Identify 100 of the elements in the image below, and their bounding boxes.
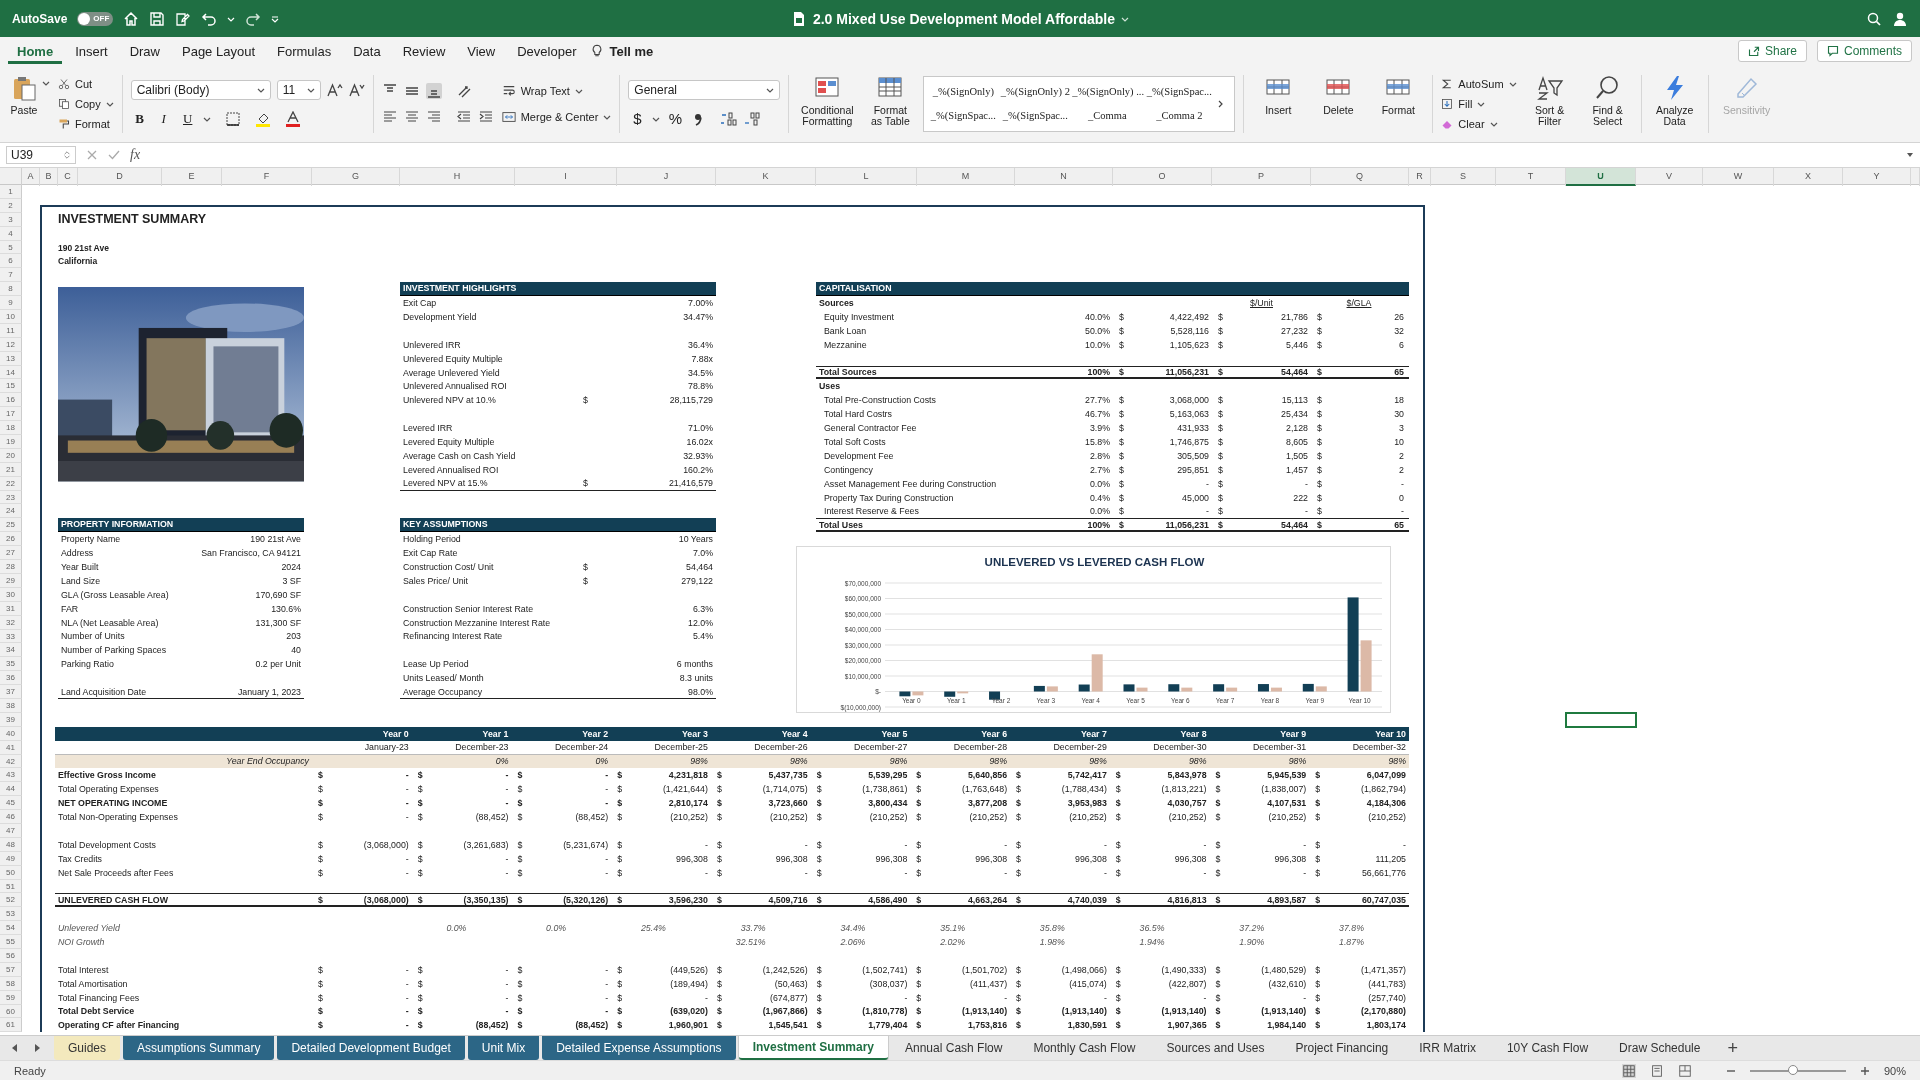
add-sheet-button[interactable]: +	[1717, 1036, 1748, 1060]
zoom-in-icon[interactable]	[1859, 1065, 1870, 1076]
tell-me-field[interactable]: Tell me	[607, 38, 663, 64]
cell-style[interactable]: _Comma	[1072, 110, 1143, 121]
page-break-icon[interactable]	[1677, 1063, 1692, 1078]
sheet-tab[interactable]: Assumptions Summary	[123, 1036, 275, 1060]
ribbon-tab[interactable]: Draw	[120, 38, 169, 64]
cell-style[interactable]: _Comma 2	[1144, 110, 1215, 121]
decrease-decimal-icon[interactable]	[744, 110, 763, 127]
sheet-tab[interactable]: Sources and Uses	[1152, 1036, 1279, 1060]
sort-filter-button[interactable]: Sort & Filter	[1524, 71, 1575, 136]
row-number[interactable]: 16	[0, 393, 22, 408]
row-number[interactable]: 27	[0, 546, 22, 561]
cells-button[interactable]: Format	[1372, 71, 1425, 136]
column-header[interactable]: Y	[1843, 168, 1911, 186]
comments-button[interactable]: Comments	[1817, 40, 1912, 62]
merge-center-button[interactable]: Merge & Center	[501, 108, 612, 125]
row-number[interactable]: 26	[0, 532, 22, 547]
italic-button[interactable]: I	[154, 109, 173, 128]
column-header[interactable]: Q	[1311, 168, 1409, 186]
ribbon-tab[interactable]: Insert	[66, 38, 117, 64]
decrease-indent-icon[interactable]	[455, 108, 472, 125]
row-number[interactable]: 44	[0, 782, 22, 797]
row-number[interactable]: 6	[0, 254, 22, 269]
row-number[interactable]: 9	[0, 296, 22, 310]
increase-indent-icon[interactable]	[477, 108, 494, 125]
clear-button[interactable]: Clear	[1441, 115, 1517, 132]
row-number[interactable]: 36	[0, 671, 22, 686]
row-number[interactable]: 34	[0, 643, 22, 658]
column-header[interactable]: K	[716, 168, 816, 186]
cells-button[interactable]: Insert	[1252, 71, 1305, 136]
column-header[interactable]: L	[816, 168, 917, 186]
column-header[interactable]: G	[312, 168, 400, 186]
checkmark-icon[interactable]	[108, 149, 120, 161]
shrink-font-icon[interactable]	[348, 81, 365, 98]
column-header[interactable]: I	[515, 168, 617, 186]
column-header[interactable]: H	[400, 168, 515, 186]
column-header[interactable]: V	[1636, 168, 1703, 186]
save-icon[interactable]	[149, 10, 166, 27]
page-layout-icon[interactable]	[1649, 1063, 1664, 1078]
ribbon-tab[interactable]: Review	[393, 38, 455, 64]
row-number[interactable]: 55	[0, 935, 22, 949]
row-number[interactable]: 10	[0, 310, 22, 324]
sheet-tab[interactable]: Annual Cash Flow	[891, 1036, 1017, 1060]
caret-icon[interactable]	[42, 79, 50, 87]
conditional-formatting-button[interactable]: Conditional Formatting	[797, 71, 858, 136]
cut-button[interactable]: Cut	[58, 75, 114, 92]
align-bottom-icon[interactable]	[425, 82, 442, 99]
grow-font-icon[interactable]	[326, 81, 343, 98]
selected-cell[interactable]	[1565, 711, 1637, 728]
row-number[interactable]: 54	[0, 921, 22, 936]
row-number[interactable]: 28	[0, 560, 22, 574]
row-number[interactable]: 53	[0, 907, 22, 922]
row-number[interactable]: 18	[0, 421, 22, 436]
sheet-tab[interactable]: Detailed Development Budget	[277, 1036, 465, 1060]
borders-icon[interactable]	[224, 110, 241, 127]
font-size-dropdown[interactable]: 11	[276, 79, 321, 100]
cell-style[interactable]: _%(SignOnly)	[928, 86, 999, 97]
undo-icon[interactable]	[201, 10, 218, 27]
column-header[interactable]: J	[617, 168, 716, 186]
row-number[interactable]: 25	[0, 518, 22, 533]
column-header[interactable]: B	[40, 168, 58, 186]
paste-button[interactable]: Paste	[8, 71, 40, 136]
person-icon[interactable]	[1892, 10, 1908, 27]
insert-function-button[interactable]: fx	[130, 147, 141, 163]
underline-button[interactable]: U	[178, 109, 197, 128]
cell-style[interactable]: _%(SignOnly) 2	[1000, 86, 1071, 97]
share-button[interactable]: Share	[1737, 40, 1807, 62]
sheet-tab[interactable]: Draw Schedule	[1605, 1036, 1715, 1060]
row-number[interactable]: 17	[0, 407, 22, 422]
fill-button[interactable]: Fill	[1441, 95, 1517, 112]
home-icon[interactable]	[123, 10, 140, 27]
column-header[interactable]: E	[162, 168, 222, 186]
sheet-tab[interactable]: Guides	[54, 1036, 121, 1060]
cell-style[interactable]: _%(SignSpac...	[928, 110, 999, 121]
sheet-tab[interactable]: Investment Summary	[738, 1036, 888, 1060]
column-header[interactable]: M	[917, 168, 1015, 186]
autosum-button[interactable]: AutoSum	[1441, 75, 1517, 92]
column-header[interactable]: S	[1431, 168, 1496, 186]
number-format-dropdown[interactable]: General	[628, 79, 781, 100]
column-header[interactable]: P	[1212, 168, 1311, 186]
next-sheet-icon[interactable]	[32, 1043, 42, 1053]
column-header[interactable]: D	[78, 168, 162, 186]
bold-button[interactable]: B	[130, 109, 149, 128]
edit-icon[interactable]	[175, 10, 192, 27]
redo-icon[interactable]	[245, 10, 262, 27]
row-number[interactable]: 24	[0, 504, 22, 519]
cell-style[interactable]: _%(SignOnly) ...	[1072, 86, 1143, 97]
sheet-tab[interactable]: Unit Mix	[467, 1036, 540, 1060]
previous-sheet-icon[interactable]	[10, 1043, 20, 1053]
sheet-tab[interactable]: Detailed Expense Assumptions	[542, 1036, 736, 1060]
ribbon-tab[interactable]: Formulas	[268, 38, 341, 64]
column-header[interactable]: C	[58, 168, 78, 186]
expand-icon[interactable]	[1906, 151, 1914, 159]
chevron-right-icon[interactable]	[1216, 99, 1225, 108]
row-number[interactable]: 45	[0, 796, 22, 811]
copy-button[interactable]: Copy	[58, 95, 114, 112]
format-painter-button[interactable]: Format	[58, 115, 114, 132]
sheet-tab[interactable]: Monthly Cash Flow	[1019, 1036, 1150, 1060]
column-header[interactable]: N	[1015, 168, 1113, 186]
